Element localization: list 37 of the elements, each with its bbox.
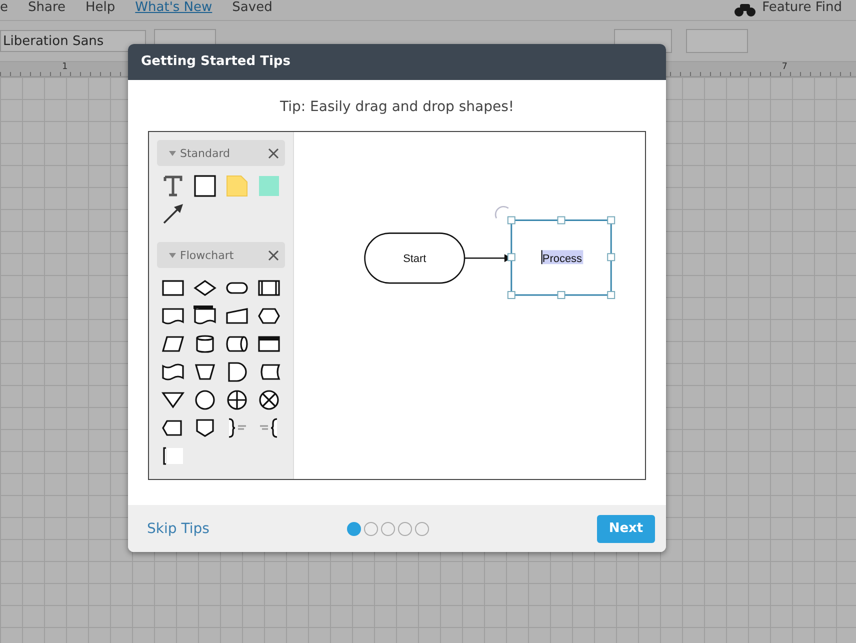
library-header[interactable]: Flowchart — [157, 242, 285, 268]
next-button[interactable]: Next — [597, 514, 655, 542]
text-tool-icon[interactable] — [161, 174, 185, 198]
library-title[interactable]: Flowchart — [180, 248, 264, 262]
menu-item[interactable]: Help — [86, 0, 116, 16]
caret-icon — [169, 252, 176, 258]
menu-item[interactable]: e — [0, 0, 8, 16]
circle-x-icon[interactable] — [257, 388, 281, 412]
selected-node-label: Process — [541, 250, 584, 266]
dialog-title: Getting Started Tips — [128, 44, 666, 80]
circle-shape-icon[interactable] — [193, 388, 217, 412]
step-dot[interactable] — [364, 522, 378, 536]
close-icon[interactable] — [268, 148, 279, 158]
caret-icon — [169, 150, 176, 156]
step-dot[interactable] — [415, 522, 429, 536]
library-header[interactable]: Standard — [157, 140, 285, 166]
step-dot[interactable] — [347, 522, 361, 536]
feature-find-button[interactable]: Feature Find — [762, 0, 842, 16]
font-dropdown[interactable]: Liberation Sans — [0, 30, 146, 52]
tip-text: Tip: Easily drag and drop shapes! — [280, 99, 514, 115]
menu-item[interactable]: Saved — [232, 0, 272, 16]
close-icon[interactable] — [268, 250, 279, 260]
skip-tips-link[interactable]: Skip Tips — [147, 520, 347, 536]
binoculars-icon — [734, 3, 756, 17]
step-dot[interactable] — [381, 522, 395, 536]
cylinder-shape-icon[interactable] — [193, 332, 217, 356]
step-dot[interactable] — [398, 522, 412, 536]
circle-cross-icon[interactable] — [225, 388, 249, 412]
delay-shape-icon[interactable] — [225, 360, 249, 384]
rectangle-shape-icon[interactable] — [193, 174, 217, 198]
library-title[interactable]: Standard — [180, 146, 264, 160]
whats-new-link[interactable]: What's New — [135, 0, 212, 16]
arrow-line-icon[interactable] — [161, 202, 185, 226]
node-label: Start — [403, 253, 426, 266]
bracket-shape-icon[interactable] — [161, 444, 185, 468]
menu-item[interactable]: Share — [28, 0, 66, 16]
shield-shape-icon[interactable] — [193, 416, 217, 440]
